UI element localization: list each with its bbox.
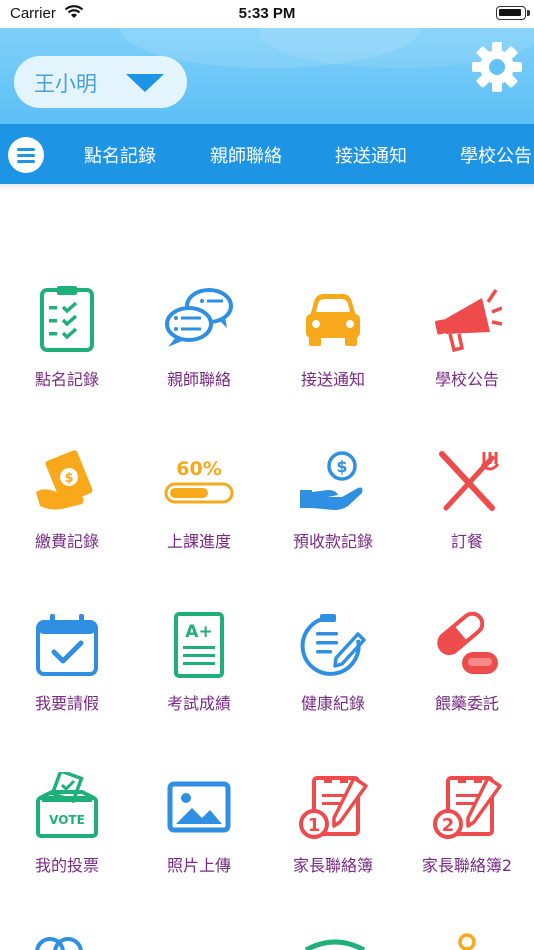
grid-item-exam-scores[interactable]: A+ 考試成績	[132, 610, 266, 720]
status-time: 5:33 PM	[238, 5, 296, 22]
partial-blue-icon	[35, 937, 83, 950]
tab-parent-teacher[interactable]: 親師聯絡	[210, 142, 282, 168]
grid-item-pickup[interactable]: 接送通知	[266, 284, 400, 394]
grid-item-meal-order[interactable]: 訂餐	[400, 448, 534, 558]
grid-label: 點名記錄	[34, 370, 99, 389]
grade-sheet-icon: A+	[174, 612, 224, 678]
grid-item-contact-book-1[interactable]: 1 家長聯絡簿	[266, 772, 400, 882]
grid-item-prepayment[interactable]: $ 預收款記錄	[266, 448, 400, 558]
tab-attendance[interactable]: 點名記錄	[84, 142, 156, 168]
grid-label: 餵藥委託	[434, 694, 499, 713]
dropdown-arrow-icon	[126, 74, 164, 92]
clipboard-pen-icon	[300, 614, 366, 676]
grid-item-photo-upload[interactable]: 照片上傳	[132, 772, 266, 882]
grid-label: 上課進度	[166, 532, 231, 551]
badge-number: 1	[308, 815, 321, 836]
grid-label: 考試成績	[166, 694, 231, 713]
grid-label: 我要請假	[34, 694, 99, 713]
grid-label: 預收款記錄	[292, 532, 373, 551]
menu-button[interactable]	[8, 137, 44, 173]
pill-capsule-icon	[437, 611, 498, 674]
progress-text: 60%	[176, 458, 221, 480]
grid-item-medication[interactable]: 餵藥委託	[400, 610, 534, 720]
grid-label: 學校公告	[434, 370, 499, 389]
tab-announcements[interactable]: 學校公告	[460, 142, 532, 168]
grid-label: 訂餐	[450, 532, 483, 551]
grid-item-parent-teacher[interactable]: 親師聯絡	[132, 284, 266, 394]
badge-number: 2	[442, 815, 455, 836]
photo-icon	[167, 781, 231, 833]
grid-label: 繳費記錄	[34, 532, 99, 551]
notebook-2-icon: 2	[433, 776, 502, 839]
grid-label: 接送通知	[300, 370, 365, 389]
student-selector[interactable]: 王小明	[14, 56, 187, 108]
grid-item-progress[interactable]: 60% 上課進度	[132, 448, 266, 558]
calendar-check-icon	[36, 614, 98, 676]
grid-item-attendance[interactable]: 點名記錄	[0, 284, 134, 394]
vote-text: VOTE	[49, 813, 85, 827]
grid-item-leave-request[interactable]: 我要請假	[0, 610, 134, 720]
top-tab-bar: 點名記錄 親師聯絡 接送通知 學校公告	[0, 124, 534, 184]
coin-hand-icon: $	[300, 451, 363, 510]
chat-bubbles-icon	[165, 288, 233, 347]
grid-label: 健康紀錄	[300, 694, 365, 713]
battery-icon	[496, 6, 530, 20]
svg-text:$: $	[64, 471, 73, 486]
status-bar: Carrier 5:33 PM	[0, 0, 534, 28]
grid-item-contact-book-2[interactable]: 2 家長聯絡簿2	[400, 772, 534, 882]
svg-text:$: $	[336, 457, 347, 476]
fork-knife-icon	[439, 451, 500, 511]
grid-label: 我的投票	[34, 856, 99, 875]
grid-label: 親師聯絡	[166, 370, 231, 389]
grid-label: 照片上傳	[166, 856, 231, 875]
grid-item-fee-records[interactable]: $ 繳費記錄	[0, 448, 134, 558]
partial-green-icon	[304, 939, 366, 950]
grid-label: 家長聯絡簿	[292, 856, 373, 875]
progress-60-icon: 60%	[164, 458, 234, 504]
attendance-clipboard-icon	[40, 286, 94, 352]
vote-box-icon: VOTE	[36, 772, 98, 838]
car-icon	[306, 294, 360, 346]
student-name: 王小明	[34, 72, 97, 96]
grid-label: 家長聯絡簿2	[421, 856, 513, 875]
grid-item-health-records[interactable]: 健康紀錄	[266, 610, 400, 720]
megaphone-icon	[435, 289, 502, 353]
money-hand-icon: $	[36, 450, 93, 510]
tab-pickup[interactable]: 接送通知	[335, 142, 407, 168]
grid-item-announcements[interactable]: 學校公告	[400, 284, 534, 394]
notebook-1-icon: 1	[299, 776, 368, 839]
partial-yellow-icon	[458, 933, 476, 950]
grade-text: A+	[185, 622, 212, 642]
settings-gear-icon[interactable]	[470, 40, 524, 94]
grid-item-vote[interactable]: VOTE 我的投票	[0, 772, 134, 882]
